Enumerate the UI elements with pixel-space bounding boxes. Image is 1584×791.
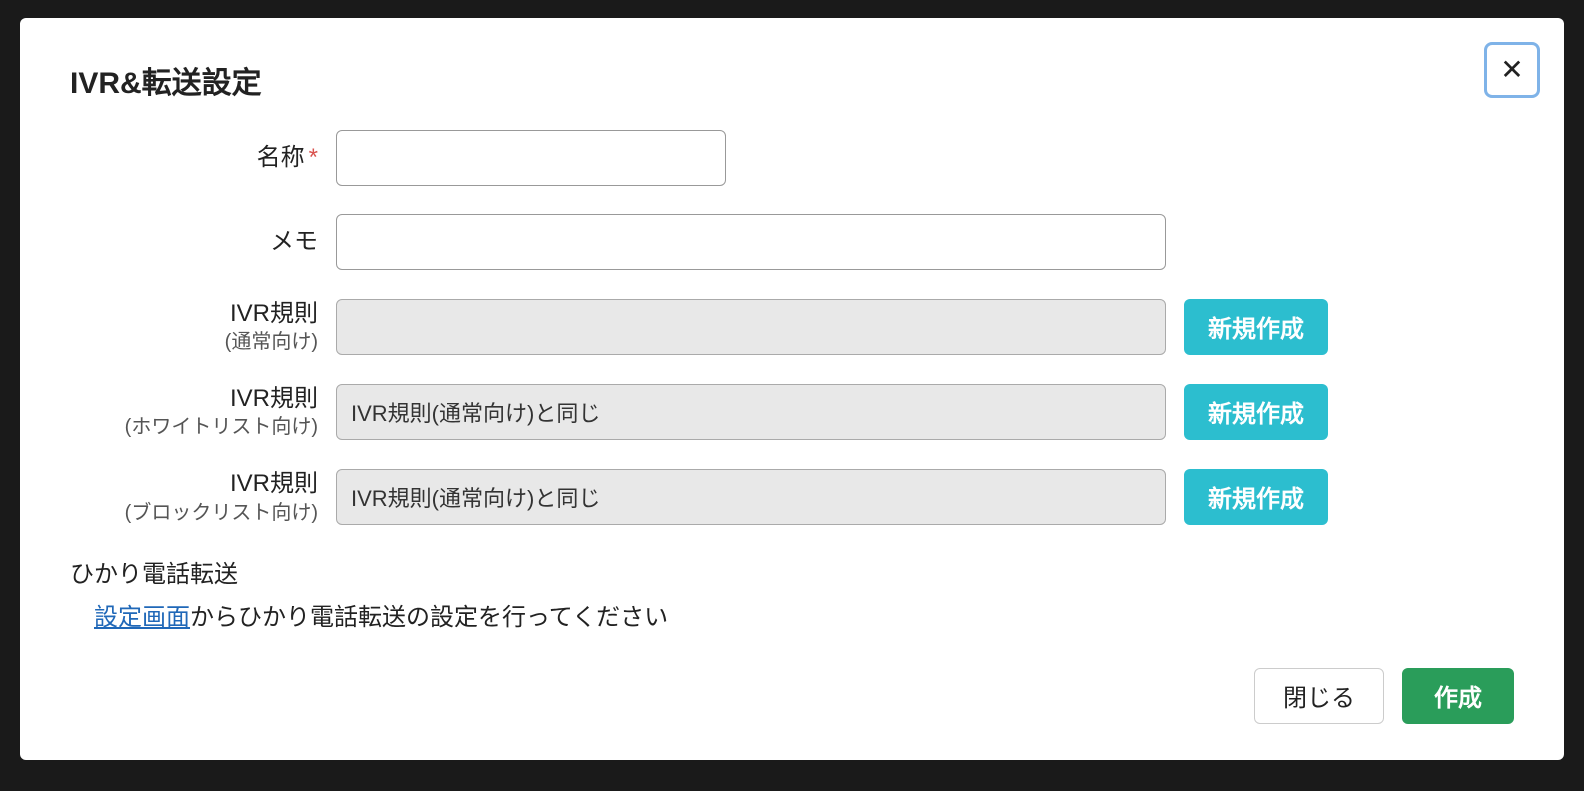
modal-header: IVR&転送設定 ✕ [70, 58, 1514, 130]
required-mark: * [309, 144, 318, 171]
ivr-normal-row: IVR規則 (通常向け) 新規作成 [70, 298, 1514, 355]
ivr-blocklist-new-button[interactable]: 新規作成 [1184, 469, 1328, 525]
close-icon: ✕ [1500, 56, 1523, 84]
name-row: 名称* [70, 130, 1514, 186]
ivr-blocklist-select[interactable]: IVR規則(通常向け)と同じ [336, 469, 1166, 525]
ivr-blocklist-label: IVR規則 (ブロックリスト向け) [70, 468, 318, 525]
ivr-whitelist-label: IVR規則 (ホワイトリスト向け) [70, 383, 318, 440]
ivr-normal-label: IVR規則 (通常向け) [70, 298, 318, 355]
hikari-help-text: 設定画面からひかり電話転送の設定を行ってください [94, 597, 1514, 632]
ivr-whitelist-row: IVR規則 (ホワイトリスト向け) IVR規則(通常向け)と同じ 新規作成 [70, 383, 1514, 440]
hikari-settings-link[interactable]: 設定画面 [94, 604, 190, 631]
memo-label: メモ [70, 226, 318, 257]
ivr-blocklist-row: IVR規則 (ブロックリスト向け) IVR規則(通常向け)と同じ 新規作成 [70, 468, 1514, 525]
name-input[interactable] [336, 130, 726, 186]
memo-row: メモ [70, 214, 1514, 270]
hikari-section-title: ひかり電話転送 [70, 554, 1514, 589]
ivr-whitelist-new-button[interactable]: 新規作成 [1184, 384, 1328, 440]
close-button[interactable]: ✕ [1484, 42, 1540, 98]
ivr-settings-modal: IVR&転送設定 ✕ 名称* メモ IVR規則 (通常向け) 新規作成 IVR規… [20, 18, 1564, 760]
ivr-normal-new-button[interactable]: 新規作成 [1184, 299, 1328, 355]
modal-title: IVR&転送設定 [70, 58, 262, 102]
ivr-whitelist-select[interactable]: IVR規則(通常向け)と同じ [336, 384, 1166, 440]
close-modal-button[interactable]: 閉じる [1254, 668, 1384, 724]
name-label: 名称* [70, 142, 318, 173]
modal-footer: 閉じる 作成 [70, 668, 1514, 724]
create-button[interactable]: 作成 [1402, 668, 1514, 724]
memo-input[interactable] [336, 214, 1166, 270]
ivr-normal-select[interactable] [336, 299, 1166, 355]
